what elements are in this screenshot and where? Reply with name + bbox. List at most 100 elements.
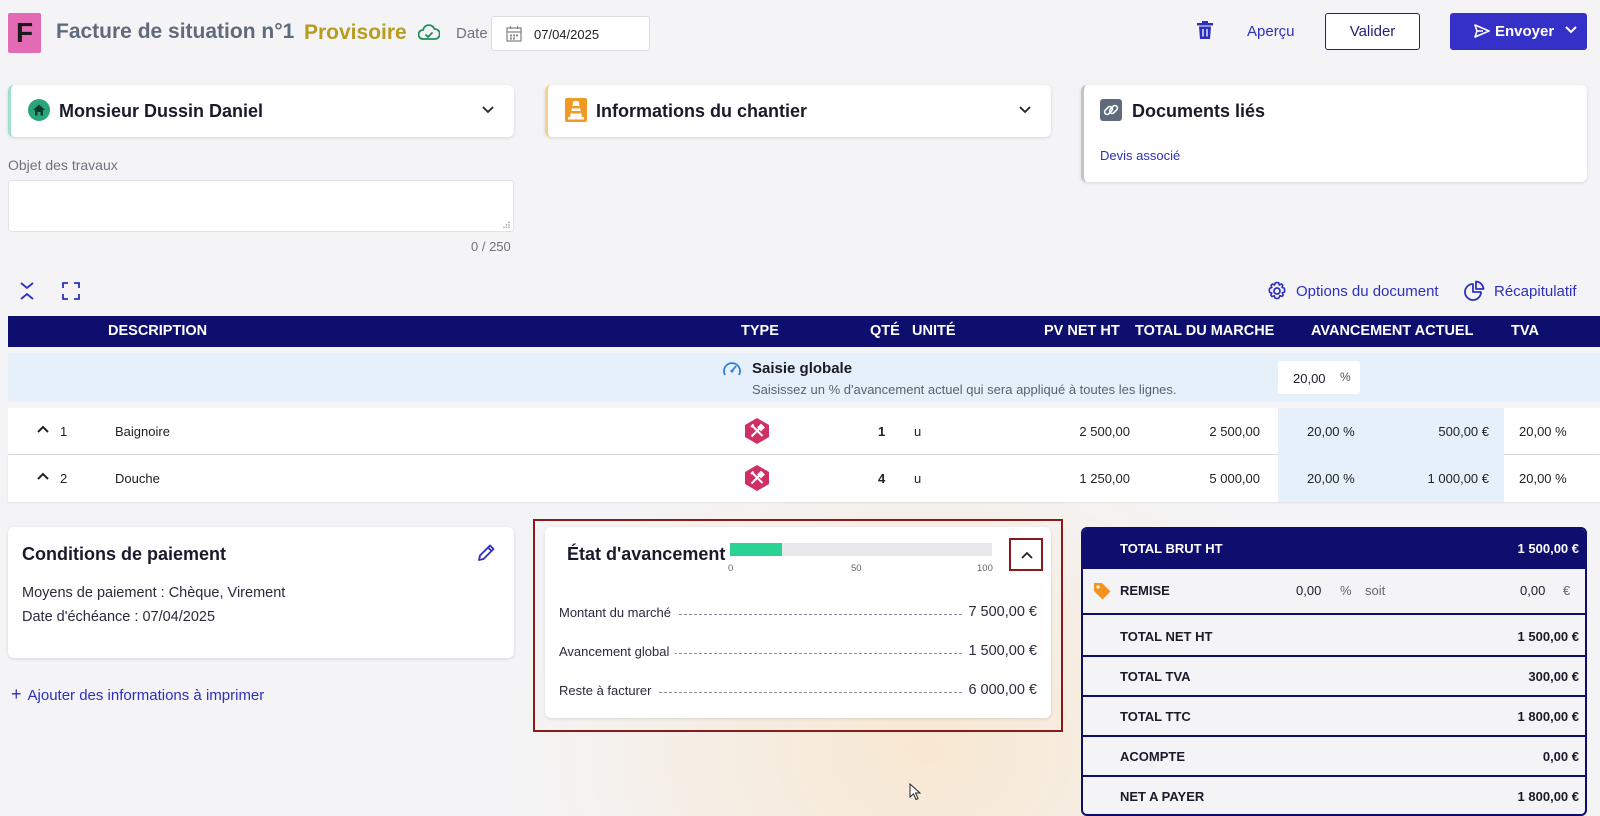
chevron-down-icon[interactable] <box>1019 106 1031 114</box>
document-type-logo: F <box>8 13 41 53</box>
total-ttc-label: TOTAL TTC <box>1120 709 1191 724</box>
documents-title: Documents liés <box>1132 101 1266 121</box>
saisie-value: 20,00 <box>1293 371 1326 386</box>
progress-bar <box>730 543 992 556</box>
date-input[interactable]: 07/04/2025 <box>491 16 650 51</box>
collapse-all-icon[interactable] <box>18 281 36 301</box>
remise-soit: soit <box>1365 583 1386 598</box>
acompte-value: 0,00 € <box>1542 749 1579 764</box>
col-total: TOTAL DU MARCHE <box>1135 323 1275 339</box>
tools-icon <box>745 418 769 444</box>
total-ttc-row: TOTAL TTC 1 800,00 € <box>1083 697 1585 737</box>
apercu-link[interactable]: Aperçu <box>1247 23 1295 40</box>
row-number: 2 <box>60 471 68 486</box>
progress-row-value: 1 500,00 € <box>962 643 1037 659</box>
chantier-title: Informations du chantier <box>596 101 808 121</box>
saisie-percent-input[interactable]: 20,00 % <box>1278 361 1360 394</box>
remise-currency: € <box>1563 583 1571 598</box>
progress-tick: 0 <box>728 563 734 574</box>
chantier-card[interactable]: Informations du chantier <box>545 85 1051 137</box>
col-description: DESCRIPTION <box>108 323 208 339</box>
row-pct[interactable]: 20,00 % <box>1307 424 1355 439</box>
remise-row[interactable]: REMISE 0,00 % soit 0,00 € <box>1083 571 1585 615</box>
devis-associe-link[interactable]: Devis associé <box>1100 148 1180 163</box>
acompte-row: ACOMPTE 0,00 € <box>1083 737 1585 777</box>
collapse-progress-button[interactable] <box>1009 538 1043 571</box>
cloud-saved-icon <box>418 24 440 40</box>
payment-due-date: Date d'échéance : 07/04/2025 <box>22 609 216 625</box>
total-brut-label: TOTAL BRUT HT <box>1120 541 1223 556</box>
payment-conditions-card: Conditions de paiement Moyens de paiemen… <box>8 527 514 658</box>
saisie-title: Saisie globale <box>752 360 853 377</box>
progress-tick: 100 <box>977 563 993 574</box>
row-tva: 20,00 % <box>1519 424 1567 439</box>
chevron-down-icon[interactable] <box>482 106 494 114</box>
net-a-payer-row: NET A PAYER 1 800,00 € <box>1083 777 1585 814</box>
chevron-up-icon[interactable] <box>37 472 49 480</box>
status-badge: Provisoire <box>304 21 407 44</box>
objet-label: Objet des travaux <box>8 157 118 173</box>
remise-percent-input[interactable]: 0,00 <box>1296 583 1321 598</box>
fullscreen-icon[interactable] <box>62 282 80 300</box>
remise-amount-input[interactable]: 0,00 <box>1520 583 1545 598</box>
send-icon <box>1474 24 1490 38</box>
table-row[interactable]: 2 Douche 4 u 1 250,00 5 000,00 20,00 % 1… <box>8 455 1600 502</box>
house-icon <box>28 99 50 121</box>
resize-grip-icon[interactable] <box>503 221 510 228</box>
chevron-up-icon <box>1021 551 1033 559</box>
progress-bar-fill <box>730 543 783 556</box>
link-icon <box>1100 99 1122 121</box>
row-unite: u <box>914 424 922 439</box>
top-bar: F Facture de situation n°1 Provisoire Da… <box>0 0 1600 66</box>
progress-row-label: Avancement global <box>559 644 676 659</box>
row-pct[interactable]: 20,00 % <box>1307 471 1355 486</box>
objet-textarea[interactable] <box>8 180 514 232</box>
row-tva: 20,00 % <box>1519 471 1567 486</box>
total-ttc-value: 1 800,00 € <box>1517 709 1579 724</box>
progress-row: Montant du marché 7 500,00 € <box>559 604 1037 623</box>
envoyer-label: Envoyer <box>1495 23 1555 40</box>
chevron-up-icon[interactable] <box>37 425 49 433</box>
table-row[interactable]: 1 Baignoire 1 u 2 500,00 2 500,00 20,00 … <box>8 408 1600 455</box>
row-description: Douche <box>115 471 160 486</box>
trash-icon[interactable] <box>1196 20 1214 40</box>
progress-tick: 50 <box>851 563 862 574</box>
plus-icon: + <box>11 684 22 704</box>
documents-lies-card: Documents liés Devis associé <box>1081 85 1587 182</box>
saisie-subtitle: Saisissez un % d'avancement actuel qui s… <box>752 382 1177 397</box>
row-qte: 1 <box>878 424 886 439</box>
pencil-icon[interactable] <box>476 543 496 563</box>
add-info-label: Ajouter des informations à imprimer <box>27 687 265 704</box>
date-value: 07/04/2025 <box>534 27 600 42</box>
client-name: Monsieur Dussin Daniel <box>59 101 264 121</box>
tools-icon <box>745 465 769 491</box>
total-net-row: TOTAL NET HT 1 500,00 € <box>1083 617 1585 657</box>
payment-title: Conditions de paiement <box>22 544 227 564</box>
page-title: Facture de situation n°1 <box>56 20 295 43</box>
progress-title: État d'avancement <box>567 544 726 564</box>
total-net-value: 1 500,00 € <box>1517 629 1579 644</box>
chevron-down-icon[interactable] <box>1565 26 1577 34</box>
total-tva-row: TOTAL TVA 300,00 € <box>1083 657 1585 697</box>
calendar-icon <box>506 26 522 42</box>
total-net-label: TOTAL NET HT <box>1120 629 1213 644</box>
row-unite: u <box>914 471 922 486</box>
saisie-unit: % <box>1340 370 1351 384</box>
row-amount: 1 000,00 € <box>1427 471 1489 486</box>
mouse-cursor-icon <box>909 783 921 801</box>
remise-label: REMISE <box>1120 583 1170 598</box>
net-a-payer-label: NET A PAYER <box>1120 789 1205 804</box>
row-total: 5 000,00 <box>1209 471 1260 486</box>
progress-row: Avancement global 1 500,00 € <box>559 643 1037 662</box>
recap-label: Récapitulatif <box>1494 283 1577 300</box>
gauge-icon <box>723 362 741 376</box>
envoyer-button[interactable]: Envoyer <box>1450 13 1587 50</box>
client-card[interactable]: Monsieur Dussin Daniel <box>8 85 514 137</box>
net-a-payer-value: 1 800,00 € <box>1517 789 1579 804</box>
add-print-info-link[interactable]: + Ajouter des informations à imprimer <box>11 684 264 705</box>
saisie-globale-row: Saisie globale Saisissez un % d'avanceme… <box>8 353 1600 402</box>
row-pv: 2 500,00 <box>1079 424 1130 439</box>
remise-percent-unit: % <box>1340 583 1352 598</box>
total-brut-row: TOTAL BRUT HT 1 500,00 € <box>1083 529 1585 569</box>
valider-button[interactable]: Valider <box>1325 13 1420 50</box>
